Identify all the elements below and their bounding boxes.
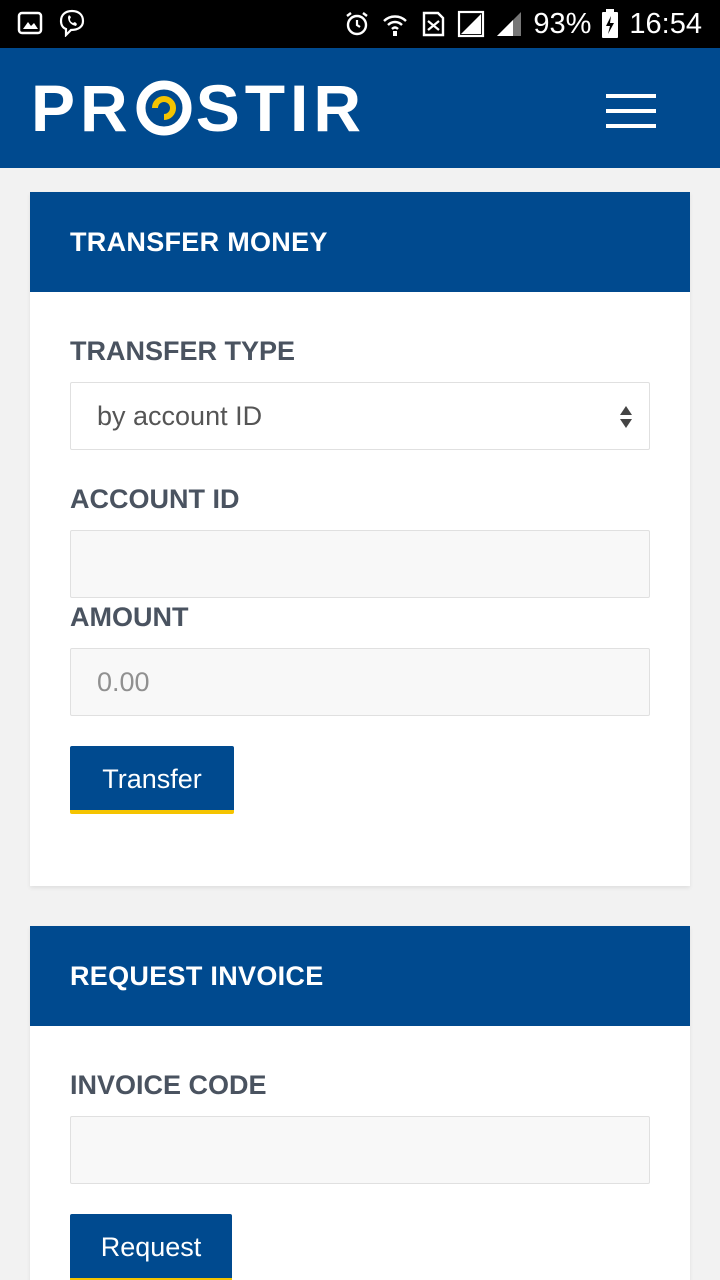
- transfer-type-select[interactable]: by account ID: [70, 382, 650, 450]
- sim-signal-icon: [458, 10, 485, 38]
- app-header: PR STIR: [0, 48, 720, 168]
- wifi-icon: [383, 15, 408, 36]
- sim-icon: [423, 11, 445, 37]
- card-title: REQUEST INVOICE: [30, 926, 690, 1026]
- transfer-type-value: by account ID: [97, 401, 263, 431]
- logo-text-left: PR: [31, 71, 133, 145]
- account-id-label: ACCOUNT ID: [70, 484, 240, 514]
- gallery-icon: [17, 11, 43, 35]
- amount-label: AMOUNT: [70, 602, 189, 632]
- status-bar: 93% 16:54: [0, 0, 720, 48]
- amount-placeholder: 0.00: [97, 667, 150, 697]
- transfer-type-label: TRANSFER TYPE: [70, 336, 296, 366]
- account-id-input[interactable]: [70, 530, 650, 598]
- request-button[interactable]: Request: [70, 1214, 232, 1280]
- battery-percent: 93%: [533, 7, 592, 40]
- invoice-code-label: INVOICE CODE: [70, 1070, 267, 1100]
- viber-icon: [59, 9, 85, 37]
- invoice-code-input[interactable]: [70, 1116, 650, 1184]
- prostir-logo[interactable]: PR STIR: [31, 71, 367, 145]
- hamburger-menu-icon[interactable]: [600, 86, 662, 136]
- request-invoice-card: REQUEST INVOICE INVOICE CODE Request: [30, 926, 690, 1280]
- transfer-button[interactable]: Transfer: [70, 746, 234, 814]
- signal-icon: [497, 12, 522, 36]
- logo-text-right: STIR: [195, 71, 367, 145]
- clock: 16:54: [629, 7, 702, 40]
- transfer-money-card: TRANSFER MONEY TRANSFER TYPE by account …: [30, 192, 690, 886]
- amount-input[interactable]: 0.00: [70, 648, 650, 716]
- battery-charging-icon: [602, 9, 619, 38]
- logo-o-mark-icon: [136, 80, 192, 136]
- card-title: TRANSFER MONEY: [30, 192, 690, 292]
- select-arrows-icon: [620, 406, 632, 428]
- alarm-icon: [346, 12, 369, 36]
